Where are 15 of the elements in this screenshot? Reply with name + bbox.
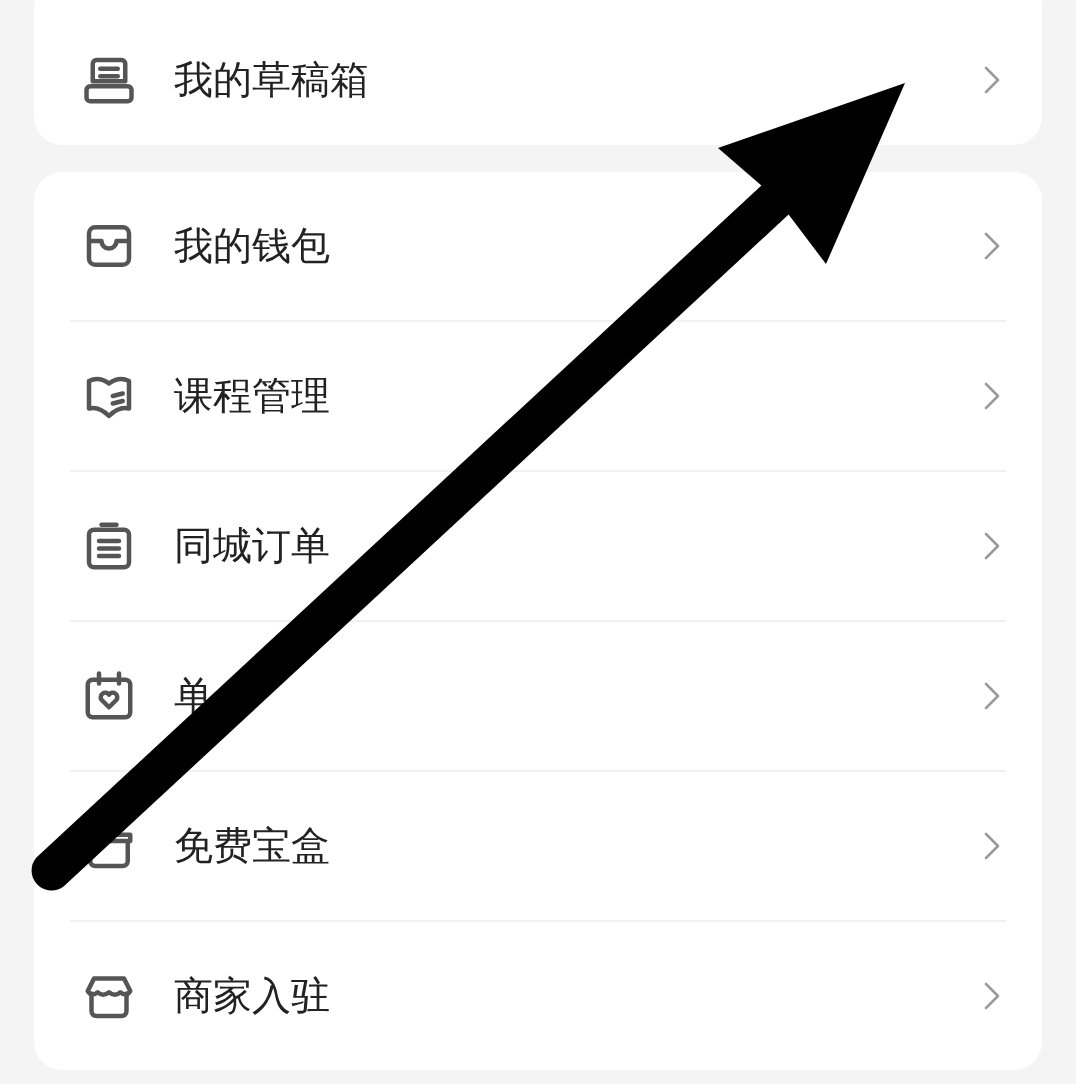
- menu-item[interactable]: 课程管理: [70, 322, 1006, 470]
- chevron-icon: [984, 382, 1000, 410]
- menu-item[interactable]: 商家入驻: [70, 922, 1006, 1070]
- calendar-heart-icon: [84, 671, 134, 721]
- clipboard-icon: [84, 521, 134, 571]
- chevron-icon: [984, 66, 1000, 94]
- chevron-icon: [984, 832, 1000, 860]
- chevron-icon: [984, 682, 1000, 710]
- chevron-icon: [984, 532, 1000, 560]
- inbox-tray-icon: [84, 55, 134, 105]
- menu-item[interactable]: 我的草稿箱: [70, 15, 1006, 145]
- menu-item[interactable]: 我的钱包: [70, 172, 1006, 320]
- menu-item[interactable]: 同城订单: [70, 472, 1006, 620]
- chevron-icon: [984, 232, 1000, 260]
- chevron-icon: [984, 982, 1000, 1010]
